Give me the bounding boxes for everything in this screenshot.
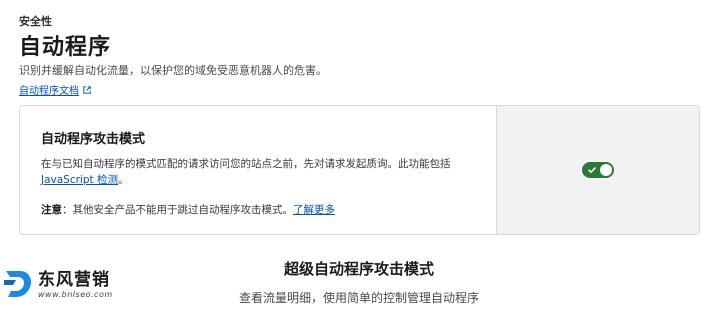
docs-link-label: 自动程序文档 <box>19 86 79 97</box>
watermark-url: www.bnlseo.com <box>38 289 113 299</box>
card-description-text: 在与已知自动程序的模式匹配的请求访问您的站点之前，先对请求发起质询。此功能包括 <box>41 158 451 170</box>
card-content: 自动程序攻击模式 在与已知自动程序的模式匹配的请求访问您的站点之前，先对请求发起… <box>20 106 496 234</box>
external-link-icon <box>83 85 91 94</box>
card-description: 在与已知自动程序的模式匹配的请求访问您的站点之前，先对请求发起质询。此功能包括 … <box>41 156 476 188</box>
javascript-detection-link[interactable]: JavaScript 检测 <box>41 174 118 186</box>
card-title: 自动程序攻击模式 <box>41 132 146 147</box>
watermark-text: 东风营销 www.bnlseo.com <box>38 270 113 299</box>
bot-fight-mode-toggle[interactable] <box>582 162 614 178</box>
watermark-name: 东风营销 <box>38 269 110 290</box>
learn-more-link[interactable]: 了解更多 <box>293 204 335 216</box>
card-toggle-panel <box>496 106 699 234</box>
docs-link[interactable]: 自动程序文档 <box>19 82 91 97</box>
page-subtitle: 识别并缓解自动化流量，以保护您的域免受恶意机器人的危害。 <box>19 64 327 77</box>
toggle-knob <box>600 164 612 176</box>
note-text: ：其他安全产品不能用于跳过自动程序攻击模式。 <box>62 204 293 216</box>
check-icon <box>588 167 596 173</box>
card-description-end: 。 <box>117 174 129 186</box>
watermark-logo-icon <box>4 271 31 297</box>
watermark: 东风营销 www.bnlseo.com <box>2 268 113 300</box>
card-note: 注意：其他安全产品不能用于跳过自动程序攻击模式。了解更多 <box>41 202 476 217</box>
page-title: 自动程序 <box>19 35 112 60</box>
bot-fight-mode-card: 自动程序攻击模式 在与已知自动程序的模式匹配的请求访问您的站点之前，先对请求发起… <box>19 105 700 235</box>
page: 安全性 自动程序 识别并缓解自动化流量，以保护您的域免受恶意机器人的危害。 自动… <box>0 0 705 310</box>
section-eyebrow: 安全性 <box>19 15 52 28</box>
note-label: 注意 <box>41 204 62 216</box>
